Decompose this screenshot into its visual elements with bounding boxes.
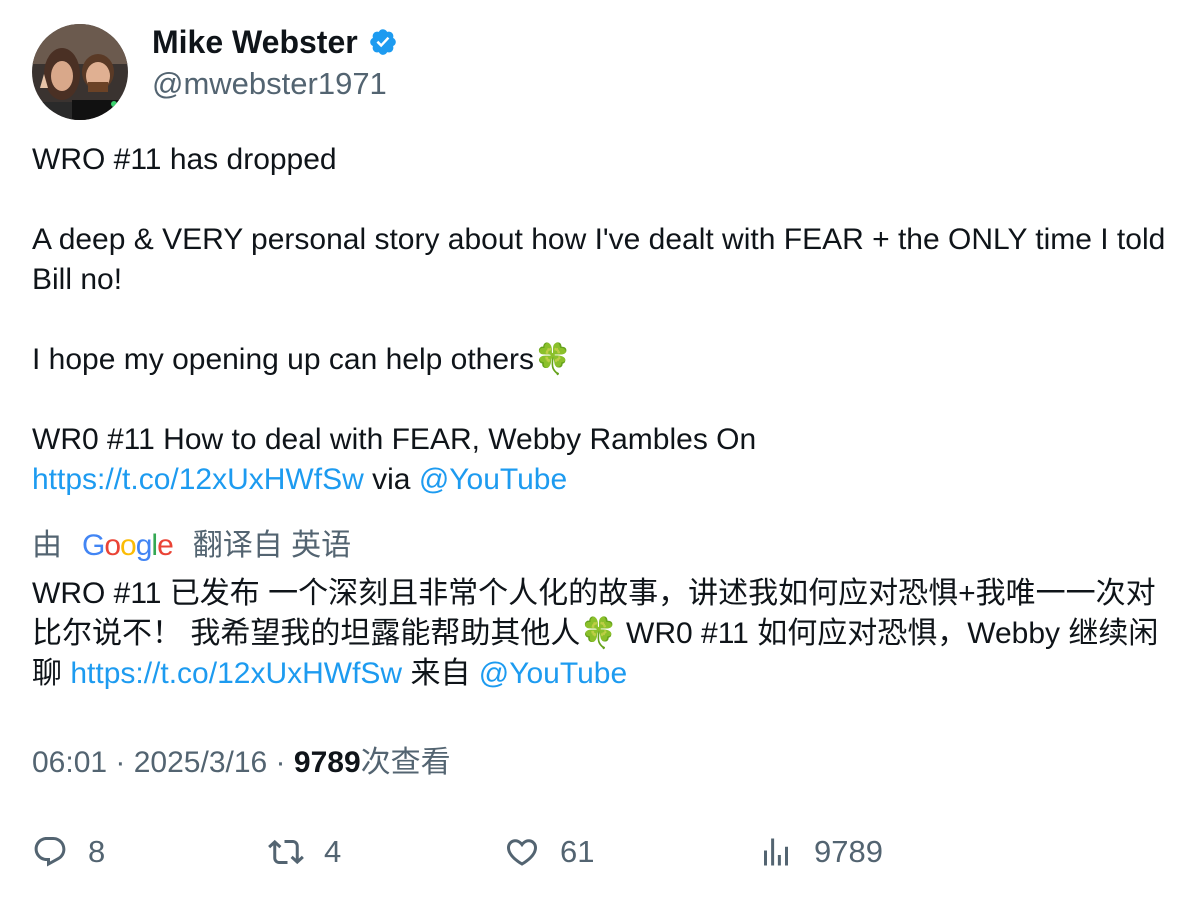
tweet-line-1: WRO #11 has dropped — [32, 143, 337, 176]
via-text: via — [372, 463, 411, 496]
tweet-link[interactable]: https://t.co/12xUxHWfSw — [32, 463, 364, 496]
tweet-line-4: WR0 #11 How to deal with FEAR, Webby Ram… — [32, 423, 757, 456]
translated-from: 来自 — [402, 657, 479, 690]
tweet-text: WRO #11 has dropped A deep & VERY person… — [32, 140, 1172, 500]
retweet-button[interactable]: 4 — [268, 832, 341, 872]
like-count: 61 — [560, 834, 595, 869]
views-count: 9789 — [293, 746, 361, 779]
avatar[interactable] — [32, 24, 128, 120]
views-action-count: 9789 — [814, 834, 883, 869]
reply-button[interactable]: 8 — [32, 832, 105, 872]
avatar-photo-icon — [32, 24, 128, 120]
tweet-meta: 06:01 · 2025/3/16 · 9789次查看 — [32, 743, 451, 783]
bar-chart-icon — [764, 838, 788, 866]
translated-text: WRO #11 已发布 一个深刻且非常个人化的故事，讲述我如何应对恐惧+我唯一一… — [32, 574, 1172, 694]
translation-suffix: 翻译自 英语 — [192, 529, 352, 562]
clover-icon: 🍀 — [534, 343, 572, 376]
action-bar: 8 4 61 9789 — [32, 832, 1172, 872]
clover-icon: 🍀 — [580, 617, 618, 650]
views-button[interactable]: 9789 — [758, 832, 883, 872]
translated-youtube-mention[interactable]: @YouTube — [479, 657, 627, 690]
translation-attribution: 由 Google 翻译自 英语 — [32, 526, 1172, 566]
verified-badge-icon[interactable] — [368, 27, 398, 57]
tweet-date[interactable]: 2025/3/16 — [134, 746, 267, 779]
display-name[interactable]: Mike Webster — [152, 24, 358, 60]
tweet-line-2: A deep & VERY personal story about how I… — [32, 223, 1174, 296]
author-handle[interactable]: @mwebster1971 — [152, 64, 398, 104]
retweet-count: 4 — [324, 834, 342, 869]
meta-separator: · — [267, 746, 294, 779]
reply-count: 8 — [88, 834, 106, 869]
display-name-row: Mike Webster — [152, 24, 398, 60]
tweet-time[interactable]: 06:01 — [32, 746, 107, 779]
author-names: Mike Webster @mwebster1971 — [152, 24, 398, 104]
tweet-line-3: I hope my opening up can help others — [32, 343, 535, 376]
meta-separator: · — [107, 746, 134, 779]
retweet-icon — [268, 839, 304, 865]
views-label: 次查看 — [360, 746, 451, 779]
heart-icon — [506, 839, 538, 866]
like-button[interactable]: 61 — [504, 832, 594, 872]
tweet-header: Mike Webster @mwebster1971 — [32, 24, 1172, 120]
translation-prefix: 由 — [32, 529, 62, 562]
tweet: Mike Webster @mwebster1971 WRO #11 has d… — [32, 24, 1172, 694]
reply-icon — [34, 837, 66, 867]
youtube-mention[interactable]: @YouTube — [419, 463, 567, 496]
google-logo: Google — [82, 529, 174, 562]
translated-link[interactable]: https://t.co/12xUxHWfSw — [70, 657, 402, 690]
